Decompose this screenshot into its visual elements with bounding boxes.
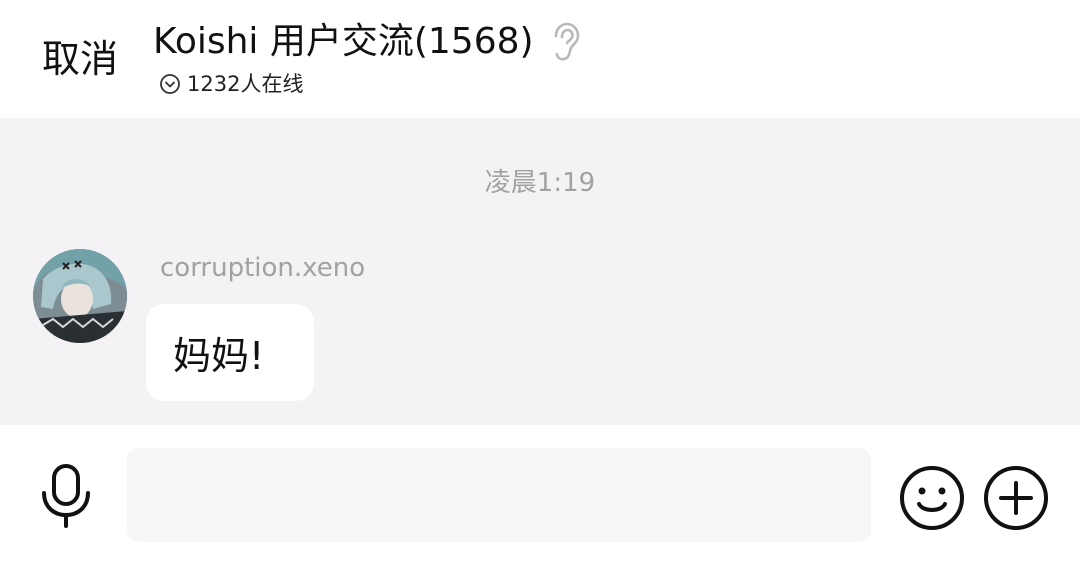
avatar[interactable] — [33, 249, 127, 343]
more-button[interactable] — [982, 464, 1050, 532]
message-input[interactable] — [127, 448, 871, 542]
sender-name[interactable]: corruption.xeno — [160, 251, 365, 285]
message-bubble[interactable]: 妈妈! — [146, 304, 314, 401]
online-status[interactable]: 1232人在线 — [159, 70, 303, 98]
voice-button[interactable] — [36, 463, 96, 529]
group-title-row[interactable]: Koishi 用户交流(1568) — [153, 18, 582, 66]
input-bar — [0, 425, 1080, 565]
microphone-icon — [42, 464, 90, 528]
ear-icon[interactable] — [548, 22, 582, 62]
cancel-button[interactable]: 取消 — [42, 36, 118, 82]
plus-circle-icon — [984, 466, 1048, 530]
message-text: 妈妈! — [173, 334, 265, 378]
emoji-button[interactable] — [898, 464, 966, 532]
chat-screen: 取消 Koishi 用户交流(1568) 1232人在线 凌晨1:19 corr… — [0, 0, 1080, 565]
online-count: 1232人在线 — [187, 72, 304, 96]
group-title: Koishi 用户交流(1568) — [153, 21, 534, 62]
message-timestamp: 凌晨1:19 — [484, 168, 596, 198]
chat-header: 取消 Koishi 用户交流(1568) 1232人在线 — [0, 0, 1080, 118]
smiley-icon — [900, 466, 964, 530]
message-list[interactable]: 凌晨1:19 corruption.xeno 妈妈! — [0, 118, 1080, 425]
chevron-circle-down-icon — [159, 73, 181, 95]
